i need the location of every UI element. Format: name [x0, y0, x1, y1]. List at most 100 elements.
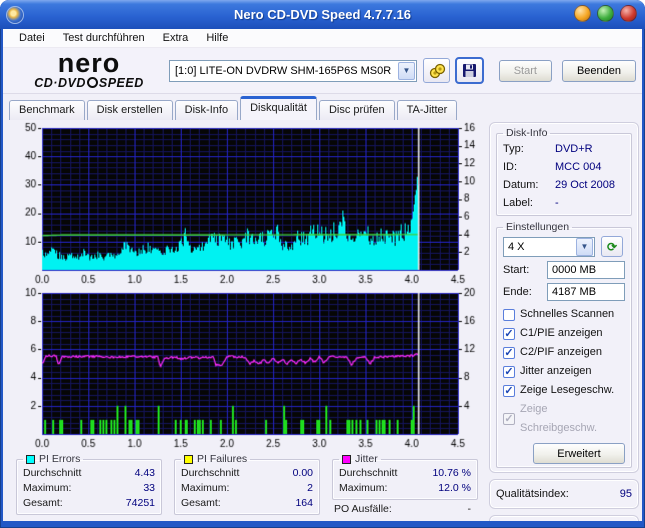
- settings-title: Einstellungen: [506, 221, 570, 233]
- checkbox-zeige-schreibgeschw-: ✓ Zeige Schreibgeschw.: [503, 400, 625, 438]
- menu-item-2[interactable]: Extra: [155, 30, 197, 46]
- checkbox-box[interactable]: [503, 308, 515, 321]
- stats-column: PI Failures Durchschnitt 0.00 Maximum: 2 Gesa…: [174, 453, 320, 516]
- stats-group-name: PI Errors: [39, 453, 81, 466]
- checkbox-zeige-lesegeschw-[interactable]: ✓ Zeige Lesegeschw.: [503, 381, 625, 400]
- checkbox-label: C2/PIF anzeigen: [520, 346, 602, 358]
- stat-row: Maximum: 33: [23, 481, 155, 496]
- statistics-row: PI Errors Durchschnitt 4.43 Maximum: 33 Gesam…: [8, 451, 486, 516]
- eject-button[interactable]: [423, 58, 450, 83]
- stats-group-jitter: Jitter Durchschnitt 10.76 % Maximum: 12.0 %: [332, 453, 478, 501]
- info-settings-panel: Disk-Info Typ: DVD+R ID: MCC 004 Datum: 29 Oc…: [489, 122, 639, 473]
- charts-column: PI Errors Durchschnitt 4.43 Maximum: 33 Gesam…: [8, 122, 486, 521]
- end-field-label: Ende:: [503, 286, 532, 298]
- stats-group-title: PI Errors: [23, 453, 83, 465]
- checkbox-box[interactable]: ✓: [503, 327, 515, 340]
- stat-value: 0.00: [292, 467, 313, 480]
- drive-select[interactable]: [1:0] LITE-ON DVDRW SHM-165P6S MS0R ▼: [169, 59, 417, 82]
- disk-info-value: MCC 004: [555, 161, 602, 173]
- start-field[interactable]: [547, 261, 625, 279]
- stat-label: Maximum:: [339, 482, 388, 495]
- pi-errors-chart: [8, 122, 486, 287]
- end-field[interactable]: [547, 283, 625, 301]
- logo-text-cddvdspeed: CD·DVD SPEED: [34, 76, 144, 90]
- drive-select-value: [1:0] LITE-ON DVDRW SHM-165P6S MS0R: [175, 64, 392, 77]
- nero-logo: nero CD·DVD SPEED: [13, 50, 165, 91]
- progress-panel: Fortschritt:100 %Position:4186 MBGeschwi…: [489, 515, 639, 521]
- po-failures-row: PO Ausfälle: -: [332, 500, 478, 515]
- refresh-icon: ⟳: [606, 239, 618, 254]
- stats-group-name: PI Failures: [197, 453, 248, 466]
- sidebar: Disk-Info Typ: DVD+R ID: MCC 004 Datum: 29 Oc…: [489, 122, 640, 521]
- disk-info-title: Disk-Info: [506, 127, 548, 139]
- maximize-button[interactable]: [597, 5, 614, 22]
- checkbox-jitter-anzeigen[interactable]: ✓ Jitter anzeigen: [503, 362, 625, 381]
- save-icon: [463, 64, 476, 77]
- start-field-label: Start:: [503, 264, 530, 276]
- close-button[interactable]: [620, 5, 637, 22]
- tab-diskqualit-t[interactable]: Diskqualität: [240, 96, 317, 120]
- tab-ta-jitter[interactable]: TA-Jitter: [396, 100, 458, 120]
- stat-row: Maximum: 2: [181, 481, 313, 496]
- refresh-button[interactable]: ⟳: [601, 236, 623, 257]
- menu-item-1[interactable]: Test durchführen: [55, 30, 153, 46]
- stats-group-title: Jitter: [339, 453, 381, 465]
- window-title: Nero CD-DVD Speed 4.7.7.16: [233, 7, 411, 22]
- save-button[interactable]: [455, 57, 484, 84]
- stat-row: Durchschnitt 10.76 %: [339, 466, 471, 481]
- progress-label: Fortschritt:: [496, 520, 548, 521]
- title-bar[interactable]: Nero CD-DVD Speed 4.7.7.16: [0, 0, 645, 29]
- disk-info-row: ID: MCC 004: [503, 158, 625, 176]
- disk-info-label: Typ:: [503, 143, 524, 155]
- checkbox-box[interactable]: ✓: [503, 384, 515, 397]
- menu-item-0[interactable]: Datei: [11, 30, 53, 46]
- checkbox-schnelles-scannen[interactable]: Schnelles Scannen: [503, 305, 625, 324]
- settings-group: Einstellungen 4 X ▼ ⟳ Start: 0000 MB End…: [496, 221, 632, 468]
- stat-row: Gesamt: 74251: [23, 496, 155, 511]
- app-window: Nero CD-DVD Speed 4.7.7.16 Datei Test dur…: [0, 0, 645, 528]
- tab-disc-pr-fen[interactable]: Disc prüfen: [318, 100, 395, 120]
- checkbox-box[interactable]: ✓: [503, 346, 515, 359]
- app-icon: [6, 5, 24, 24]
- checkbox-label: Schnelles Scannen: [520, 308, 615, 320]
- stat-value: 2: [307, 482, 313, 495]
- stats-column: Jitter Durchschnitt 10.76 % Maximum: 12.0 % P…: [332, 453, 478, 515]
- speed-select[interactable]: 4 X ▼: [503, 236, 595, 257]
- start-button[interactable]: Start: [498, 59, 552, 82]
- checkbox-c2-pif-anzeigen[interactable]: ✓ C2/PIF anzeigen: [503, 343, 625, 362]
- disk-info-group: Disk-Info Typ: DVD+R ID: MCC 004 Datum: 29 Oc…: [496, 127, 632, 216]
- tab-disk-info[interactable]: Disk-Info: [174, 100, 239, 120]
- legend-swatch-icon: [184, 454, 193, 464]
- stat-label: Durchschnitt: [23, 467, 82, 480]
- checkbox-c1-pie-anzeigen[interactable]: ✓ C1/PIE anzeigen: [503, 324, 625, 343]
- stat-value: 33: [143, 482, 155, 495]
- stats-group-title: PI Failures: [181, 453, 250, 465]
- stat-label: Durchschnitt: [181, 467, 240, 480]
- legend-swatch-icon: [342, 454, 351, 464]
- advanced-button[interactable]: Erweitert: [533, 443, 625, 464]
- stat-row: Gesamt: 164: [181, 496, 313, 511]
- logo-text-nero: nero: [57, 48, 121, 78]
- tab-disk-erstellen[interactable]: Disk erstellen: [86, 100, 173, 120]
- stat-label: Gesamt:: [23, 497, 63, 510]
- toolbar: nero CD·DVD SPEED [1:0] LITE-ON DVDRW SHM…: [3, 48, 642, 94]
- disk-info-row: Datum: 29 Oct 2008: [503, 176, 625, 194]
- tab-benchmark[interactable]: Benchmark: [9, 100, 85, 120]
- quit-button[interactable]: Beenden: [561, 59, 636, 82]
- checkbox-box[interactable]: ✓: [503, 365, 515, 378]
- stat-label: Durchschnitt: [339, 467, 398, 480]
- checkbox-box: ✓: [503, 413, 515, 425]
- checkbox-label: Jitter anzeigen: [520, 365, 592, 377]
- stat-value: 74251: [125, 497, 155, 510]
- stat-value: 4.43: [134, 467, 155, 480]
- chevron-down-icon[interactable]: ▼: [576, 237, 593, 256]
- stat-label: Maximum:: [23, 482, 72, 495]
- progress-row: Fortschritt: 100 %: [496, 520, 632, 521]
- menu-bar: Datei Test durchführen Extra Hilfe: [3, 29, 642, 48]
- stat-label: Maximum:: [181, 482, 230, 495]
- menu-item-3[interactable]: Hilfe: [198, 30, 236, 46]
- checkbox-label: Zeige Lesegeschw.: [520, 384, 615, 396]
- chevron-down-icon[interactable]: ▼: [398, 61, 415, 80]
- minimize-button[interactable]: [574, 5, 591, 22]
- quality-index-label: Qualitätsindex:: [496, 488, 569, 500]
